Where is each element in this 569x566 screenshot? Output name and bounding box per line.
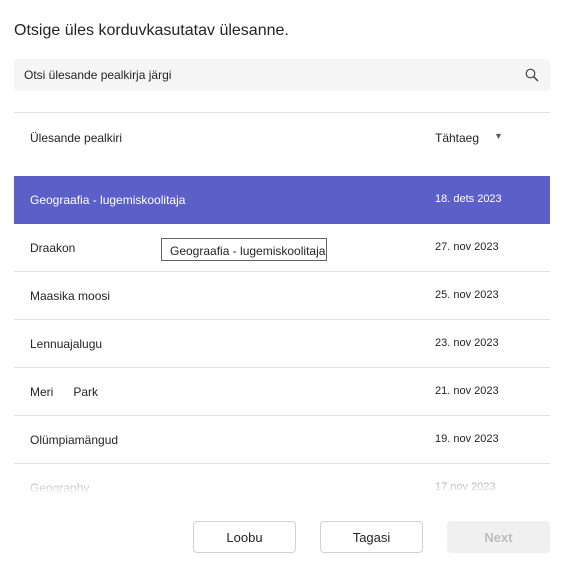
table-row[interactable]: Geography 17.nov 2023 [14,464,550,494]
table-row[interactable]: Olümpiamängud 19. nov 2023 [14,416,550,464]
column-header-title: Ülesande pealkiri [30,131,123,145]
table-row[interactable]: Meri Park 21. nov 2023 [14,368,550,416]
next-button[interactable]: Next [447,521,550,553]
back-button[interactable]: Tagasi [320,521,423,553]
row-date: 23. nov 2023 [435,337,499,349]
row-title: Geograafia - lugemiskoolitaja [30,193,186,207]
row-title: Lennuajalugu [30,337,103,351]
header-divider [14,112,550,113]
row-title: Maasika moosi [30,289,111,303]
dialog-title: Otsige üles korduvkasutatav ülesanne. [14,22,289,39]
column-header-due[interactable]: Tähtaeg [435,131,479,145]
row-title: Meri Park [30,385,99,399]
sort-down-icon[interactable]: ▼ [494,131,503,141]
row-date: 19. nov 2023 [435,433,499,445]
table-row[interactable]: Geograafia - lugemiskoolitaja 18. dets 2… [14,176,550,224]
row-date: 18. dets 2023 [435,193,502,205]
row-date: 17.nov 2023 [435,481,496,493]
search-icon[interactable] [524,67,540,83]
row-title: Draakon [30,241,76,255]
row-title-tooltip: Geograafia - lugemiskoolitaja [161,238,327,261]
cancel-button[interactable]: Loobu [193,521,296,553]
search-box [14,59,550,91]
table-row[interactable]: Lennuajalugu 23. nov 2023 [14,320,550,368]
assignment-list[interactable]: Geograafia - lugemiskoolitaja 18. dets 2… [14,176,550,494]
row-title: Olümpiamängud [30,433,119,447]
table-row[interactable]: Maasika moosi 25. nov 2023 [14,272,550,320]
search-input[interactable] [14,59,514,91]
row-title: Geography [30,481,90,494]
row-date: 21. nov 2023 [435,385,499,397]
row-date: 27. nov 2023 [435,241,499,253]
row-date: 25. nov 2023 [435,289,499,301]
